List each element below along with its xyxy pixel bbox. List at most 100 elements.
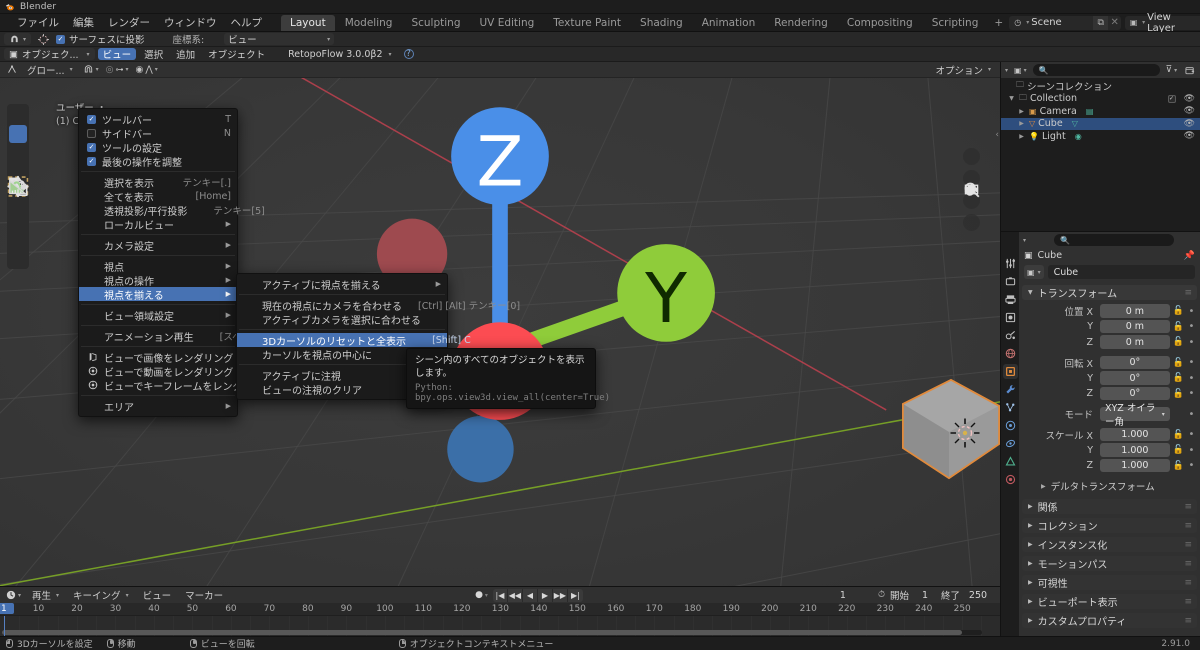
timeline-track-area[interactable]	[0, 616, 1000, 636]
submenu-item-align-active[interactable]: アクティブに視点を揃える ▶	[237, 277, 447, 292]
menu-item-align-view[interactable]: 視点を揃える ▶	[79, 287, 237, 302]
lock-icon[interactable]: 🔓	[1173, 306, 1184, 316]
render-tab[interactable]	[1003, 274, 1018, 289]
editor-type-chevron-icon[interactable]: ▾	[1005, 67, 1008, 74]
lock-icon[interactable]: 🔓	[1173, 445, 1184, 455]
add-workspace-button[interactable]: +	[988, 15, 1009, 31]
proportional-falloff-group[interactable]: ◉ ⋀ ▾	[133, 63, 160, 76]
tab-modeling[interactable]: Modeling	[336, 15, 402, 31]
collections-panel-header[interactable]: ▶ コレクション ≡	[1022, 518, 1197, 533]
question-icon[interactable]: ?	[403, 49, 414, 59]
menu-item-frame-selected[interactable]: 選択を表示 テンキー[.]	[79, 175, 237, 190]
3d-viewport[interactable]: グロー... ▾ ▾ ◎ ⊶ ▾ ◉ ⋀ ▾ オプション ▾ ユーザー (1) …	[0, 62, 1000, 586]
view-menu-dropdown[interactable]: ツールバー T サイドバー N ツールの設定 最後の操作を調整	[78, 108, 273, 417]
prev-keyframe-icon[interactable]: ◀◀	[507, 588, 523, 602]
menu-item-sidebar[interactable]: サイドバー N	[79, 126, 237, 141]
relations-panel-header[interactable]: ▶ 関係 ≡	[1022, 499, 1197, 514]
sidebar-expand-icon[interactable]: ‹	[995, 130, 999, 140]
visibility-panel-header[interactable]: ▶ 可視性 ≡	[1022, 575, 1197, 590]
auto-keying-toggle[interactable]: ● ▾	[473, 588, 490, 602]
tool-tab[interactable]	[1003, 256, 1018, 271]
timeline-ruler[interactable]: 10 20 30 40 50 60 70 80 90 100 110 120 130 140 150 160 1…	[0, 603, 1000, 616]
lock-icon[interactable]: 🔓	[1173, 358, 1184, 368]
timeline-editor-type[interactable]: ▾	[4, 588, 24, 602]
scene-close-icon[interactable]: ✕	[1108, 17, 1121, 28]
rotation-x-input[interactable]: 0°	[1100, 355, 1170, 370]
menu-edit[interactable]: 編集	[66, 13, 101, 32]
menu-item-navigation[interactable]: 視点の操作 ▶	[79, 273, 237, 288]
collection-checkbox[interactable]	[1167, 94, 1176, 103]
scale-x-input[interactable]: 1.000	[1100, 427, 1170, 442]
view-layer-selector[interactable]: ▣ ▾ View Layer ⧉ ✕	[1125, 12, 1200, 34]
animate-dot-icon[interactable]: •	[1187, 388, 1196, 399]
delta-transform-subpanel[interactable]: ▶ デルタトランスフォーム	[1023, 479, 1196, 493]
outliner-display-mode[interactable]: ▣ ▾	[1012, 63, 1029, 77]
eye-icon[interactable]: 👁	[1184, 119, 1197, 129]
material-tab[interactable]	[1003, 472, 1018, 487]
viewport-menu-select[interactable]: 選択	[139, 48, 168, 61]
tab-shading[interactable]: Shading	[631, 15, 692, 31]
eye-icon[interactable]: 👁	[1184, 131, 1197, 141]
pin-icon[interactable]: 📌	[1184, 251, 1195, 261]
menu-item-viewport-render-animation[interactable]: ビューで動画をレンダリング	[79, 364, 237, 379]
outliner-search[interactable]: 🔍	[1032, 64, 1160, 76]
world-tab[interactable]	[1003, 346, 1018, 361]
properties-search-input[interactable]	[1073, 235, 1169, 245]
outliner-row-light[interactable]: ▶ 💡 Light ◉ 👁	[1001, 130, 1200, 143]
timeline-playhead-label[interactable]: 1	[0, 603, 14, 614]
timeline-playhead[interactable]	[3, 616, 6, 636]
modifier-tab[interactable]	[1003, 382, 1018, 397]
timeline-menu-marker[interactable]: マーカー	[180, 589, 228, 602]
start-frame-value[interactable]: 1	[914, 590, 936, 601]
interaction-mode-dropdown[interactable]: ▣ オブジェク... ▾	[4, 47, 95, 61]
retopoflow-version-dropdown[interactable]: RetopoFlow 3.0.0β2 ▾	[283, 48, 396, 61]
scene-duplicate-icon[interactable]: ⧉	[1093, 15, 1109, 30]
location-y-input[interactable]: 0 m	[1100, 319, 1170, 334]
viewport-options-dropdown[interactable]: オプション ▾	[930, 63, 996, 77]
current-frame-field[interactable]: 1	[815, 588, 870, 602]
submenu-item-align-active-camera-to-selected[interactable]: アクティブカメラを選択に合わせる	[237, 312, 447, 327]
eye-icon[interactable]: 👁	[1184, 94, 1197, 104]
menu-item-frame-all[interactable]: 全てを表示 [Home]	[79, 189, 237, 204]
view-layer-tab[interactable]	[1003, 310, 1018, 325]
menu-item-perspective-ortho[interactable]: 透視投影/平行投影 テンキー[5]	[79, 203, 265, 218]
location-z-input[interactable]: 0 m	[1100, 335, 1170, 349]
tab-sculpting[interactable]: Sculpting	[402, 15, 469, 31]
timeline-menu-playback[interactable]: 再生 ▾	[27, 588, 65, 602]
outliner-row-collection[interactable]: ▼ 🗀 Collection 👁	[1001, 93, 1200, 106]
tab-uv-editing[interactable]: UV Editing	[471, 15, 544, 31]
menu-item-viewport-render-image[interactable]: ビューで画像をレンダリング	[79, 350, 237, 365]
tab-scripting[interactable]: Scripting	[923, 15, 988, 31]
snapping-group[interactable]: ▾	[80, 63, 101, 76]
rotation-y-input[interactable]: 0°	[1100, 371, 1170, 385]
viewport-display-panel-header[interactable]: ▶ ビューポート表示 ≡	[1022, 594, 1197, 609]
animate-dot-icon[interactable]: •	[1187, 321, 1196, 332]
menu-item-tool-settings[interactable]: ツールの設定	[79, 140, 237, 155]
object-tab[interactable]	[1002, 364, 1018, 379]
submenu-item-center-cursor-and-view-all[interactable]: 3Dカーソルのリセットと全表示 [Shift] C	[237, 333, 471, 348]
menu-item-area-settings[interactable]: ビュー領域設定 ▶	[79, 308, 237, 323]
eye-icon[interactable]: 👁	[1184, 106, 1197, 116]
play-reverse-icon[interactable]: ◀	[522, 588, 538, 602]
3d-cursor-icon[interactable]	[37, 33, 50, 46]
output-tab[interactable]	[1003, 292, 1018, 307]
motion-paths-panel-header[interactable]: ▶ モーションパス ≡	[1022, 556, 1197, 571]
menu-item-cameras[interactable]: カメラ設定 ▶	[79, 238, 237, 253]
lock-icon[interactable]: 🔓	[1173, 322, 1184, 332]
lock-icon[interactable]: 🔓	[1173, 389, 1184, 399]
animate-dot-icon[interactable]: •	[1187, 429, 1196, 440]
viewport-menu-object[interactable]: オブジェクト	[203, 48, 270, 61]
end-frame-value[interactable]: 250	[965, 590, 991, 601]
new-collection-icon[interactable]	[1183, 63, 1196, 77]
outliner-row-camera[interactable]: ▶ ▣ Camera ▤ 👁	[1001, 105, 1200, 118]
instancing-panel-header[interactable]: ▶ インスタンス化 ≡	[1022, 537, 1197, 552]
proportional-edit-group[interactable]: ◎ ⊶ ▾	[103, 63, 131, 76]
menu-item-toolbar[interactable]: ツールバー T	[79, 112, 237, 127]
transform-orientation-dropdown[interactable]: グロー... ▾	[22, 63, 78, 77]
outliner-row-scene-collection[interactable]: 🗀 シーンコレクション	[1001, 80, 1200, 93]
animate-dot-icon[interactable]: •	[1187, 373, 1196, 384]
viewport-menu-add[interactable]: 追加	[171, 48, 200, 61]
tab-compositing[interactable]: Compositing	[838, 15, 922, 31]
snap-magnet-dropdown[interactable]: ▾	[4, 32, 32, 46]
timeline-menu-view[interactable]: ビュー	[138, 589, 177, 602]
